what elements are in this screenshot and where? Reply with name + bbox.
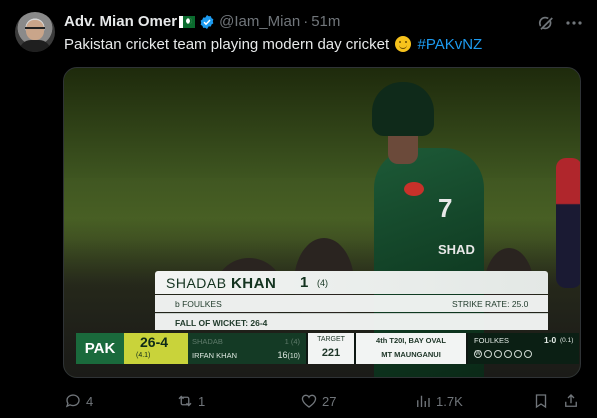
separator-dot: · xyxy=(303,13,309,30)
jersey-number: 7 xyxy=(438,193,453,223)
like-button[interactable]: 27 xyxy=(300,392,336,410)
target-value: 221 xyxy=(321,347,341,359)
more-icon[interactable] xyxy=(564,14,584,32)
ball-empty xyxy=(524,350,532,358)
repost-button[interactable]: 1 xyxy=(176,392,205,410)
views-button[interactable]: 1.7K xyxy=(414,392,463,410)
bookmark-icon xyxy=(535,394,547,409)
batter1-name: SHADAB xyxy=(192,337,223,346)
match-line-2: MT MAUNGANUI xyxy=(381,350,441,359)
overs: (4.1) xyxy=(136,352,151,359)
reply-count: 4 xyxy=(86,393,94,409)
fall-of-wicket-row: FALL OF WICKET: 26-4 xyxy=(155,313,548,330)
avatar[interactable] xyxy=(15,12,55,52)
repost-icon xyxy=(178,395,192,407)
ball-empty xyxy=(494,350,502,358)
views-icon xyxy=(417,395,430,407)
repost-count: 1 xyxy=(198,393,206,409)
like-count: 27 xyxy=(322,393,337,409)
tweet-media[interactable]: 7 SHAD SHADAB KHAN 1 (4) b FOULKES STRIK… xyxy=(63,67,581,378)
bookmark-button[interactable] xyxy=(532,392,550,410)
grok-icon[interactable] xyxy=(536,13,556,33)
batter-name: SHADAB KHAN xyxy=(166,275,277,292)
action-bar: 4 1 27 1.7K xyxy=(62,392,582,412)
share-button[interactable] xyxy=(562,392,580,410)
fall-of-wicket: FALL OF WICKET: 26-4 xyxy=(175,318,268,328)
ball-wicket: W xyxy=(474,350,482,358)
tweet-header: Adv. Mian Omer @Iam_Mian · 51m xyxy=(64,13,340,30)
bowler-figures: 1-0 xyxy=(544,335,557,345)
views-count: 1.7K xyxy=(436,393,463,409)
scorebug: PAK 26-4 (4.1) SHADAB 1 (4) P IRFAN KHAN… xyxy=(76,333,579,364)
author-name[interactable]: Adv. Mian Omer xyxy=(64,13,177,30)
dismissal-row: b FOULKES STRIKE RATE: 25.0 xyxy=(155,295,548,312)
like-icon xyxy=(301,394,317,408)
spectator-figure xyxy=(556,158,580,288)
pakistan-flag-icon xyxy=(179,15,196,28)
author-handle[interactable]: @Iam_Mian xyxy=(219,13,300,30)
team-score: 26-4 xyxy=(140,334,169,350)
field-background xyxy=(64,68,580,178)
over-balls: W xyxy=(474,350,532,358)
powerplay-marker: P xyxy=(182,351,187,358)
ball-empty xyxy=(514,350,522,358)
reply-button[interactable]: 4 xyxy=(64,392,93,410)
dismissal-text: b FOULKES xyxy=(175,299,222,309)
reply-icon xyxy=(65,394,80,408)
batter-runs: 1 xyxy=(300,274,309,291)
team-score-box: 26-4 (4.1) xyxy=(124,333,188,364)
jersey-text: SHAD xyxy=(438,242,475,257)
hashtag-link[interactable]: #PAKvNZ xyxy=(417,36,482,53)
ball-empty xyxy=(504,350,512,358)
smiley-emoji-icon xyxy=(395,36,412,52)
team-name: PAK xyxy=(76,333,124,364)
batter-lower-third: SHADAB KHAN 1 (4) xyxy=(155,271,548,294)
batter-balls: (4) xyxy=(317,278,328,288)
tweet-body: Pakistan cricket team playing modern day… xyxy=(64,36,390,53)
batter2-name: IRFAN KHAN xyxy=(192,351,238,360)
bowler-name: FOULKES xyxy=(474,336,510,345)
strike-rate: STRIKE RATE: 25.0 xyxy=(452,299,529,309)
tweet-timestamp[interactable]: 51m xyxy=(311,13,340,30)
verified-badge-icon xyxy=(199,14,215,30)
match-line-1: 4th T20I, BAY OVAL xyxy=(376,336,446,345)
tweet-text: Pakistan cricket team playing modern day… xyxy=(64,36,482,53)
ball-empty xyxy=(484,350,492,358)
batter1-score: 1 (4) xyxy=(284,337,300,346)
target-label: TARGET xyxy=(317,336,345,343)
share-icon xyxy=(565,394,577,407)
batters-box: SHADAB 1 (4) P IRFAN KHAN 16(10) xyxy=(182,333,306,364)
target-box: TARGET 221 xyxy=(308,333,354,364)
batter2-score: 16(10) xyxy=(277,350,300,360)
bowler-overs: (0.1) xyxy=(560,337,574,344)
bowler-box: FOULKES 1-0 (0.1) W xyxy=(468,333,579,364)
match-info-box: 4th T20I, BAY OVAL MT MAUNGANUI xyxy=(356,333,466,364)
